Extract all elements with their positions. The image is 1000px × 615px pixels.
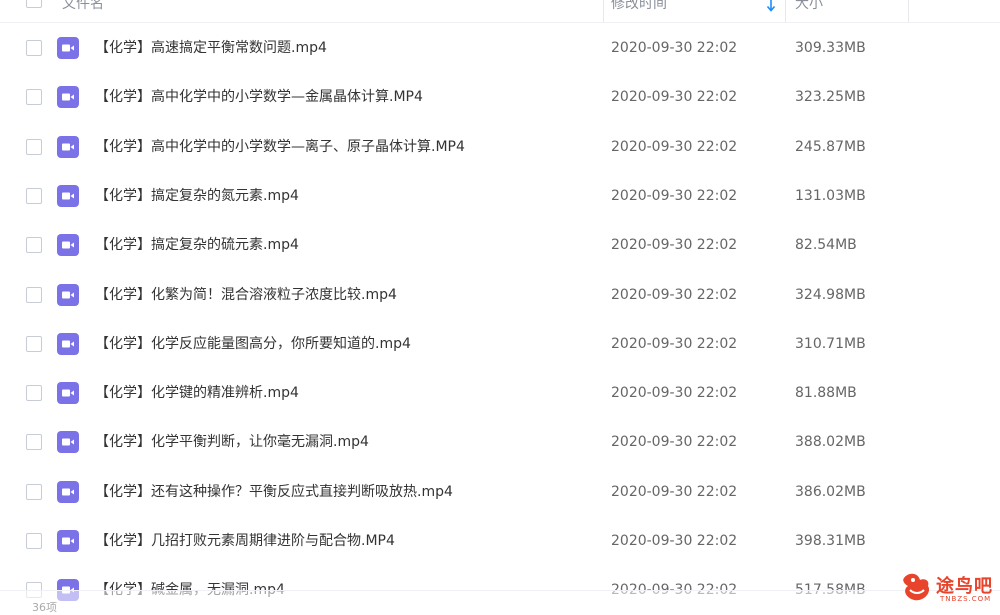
file-row[interactable]: 【化学】几招打败元素周期律进阶与配合物.MP4 2020-09-30 22:02 3… xyxy=(0,517,1000,566)
file-row[interactable]: 【化学】高速搞定平衡常数问题.mp4 2020-09-30 22:02 309.33… xyxy=(0,24,1000,73)
file-modified: 2020-09-30 22:02 xyxy=(611,385,738,402)
video-file-icon xyxy=(57,283,79,306)
file-size: 82.54MB xyxy=(795,237,857,254)
file-modified: 2020-09-30 22:02 xyxy=(611,89,738,106)
file-row[interactable]: 【化学】化学平衡判断，让你毫无漏洞.mp4 2020-09-30 22:02 388… xyxy=(0,418,1000,467)
row-checkbox[interactable] xyxy=(26,385,42,402)
watermark-sub: TNBZS.COM xyxy=(940,595,992,603)
file-row[interactable]: 【化学】搞定复杂的氮元素.mp4 2020-09-30 22:02 131.03MB xyxy=(0,172,1000,221)
video-file-icon xyxy=(57,382,79,405)
file-name[interactable]: 【化学】还有这种操作？平衡反应式直接判断吸放热.mp4 xyxy=(95,482,453,502)
item-count: 36项 xyxy=(32,601,57,614)
video-file-icon xyxy=(57,530,79,552)
list-footer xyxy=(0,590,1000,609)
file-name[interactable]: 【化学】化学反应能量图高分，你所要知道的.mp4 xyxy=(95,334,411,354)
file-row[interactable]: 【化学】搞定复杂的硫元素.mp4 2020-09-30 22:02 82.54MB xyxy=(0,221,1000,270)
file-row[interactable]: 【化学】化学键的精准辨析.mp4 2020-09-30 22:02 81.88MB xyxy=(0,369,1000,418)
column-divider[interactable] xyxy=(603,0,604,22)
bird-logo-icon xyxy=(903,573,930,601)
file-modified: 2020-09-30 22:02 xyxy=(611,40,738,56)
row-checkbox[interactable] xyxy=(26,138,42,155)
arrow-down-icon[interactable] xyxy=(763,0,779,14)
file-size: 131.03MB xyxy=(795,187,866,204)
row-checkbox[interactable] xyxy=(26,187,42,204)
file-modified: 2020-09-30 22:02 xyxy=(611,483,738,500)
watermark-logo: 途鸟吧 TNBZS.COM xyxy=(898,568,998,608)
file-size: 398.31MB xyxy=(795,533,866,549)
file-modified: 2020-09-30 22:02 xyxy=(611,533,738,549)
row-checkbox[interactable] xyxy=(26,89,42,106)
file-modified: 2020-09-30 22:02 xyxy=(611,138,738,155)
file-name[interactable]: 【化学】化学键的精准辨析.mp4 xyxy=(95,383,299,403)
row-checkbox[interactable] xyxy=(26,286,42,303)
row-checkbox[interactable] xyxy=(26,434,42,451)
file-row[interactable]: 【化学】化学反应能量图高分，你所要知道的.mp4 2020-09-30 22:02… xyxy=(0,320,1000,369)
row-checkbox[interactable] xyxy=(26,533,42,549)
file-name[interactable]: 【化学】高中化学中的小学数学—金属晶体计算.MP4 xyxy=(95,87,423,107)
video-file-icon xyxy=(57,234,79,257)
column-header-time[interactable]: 修改时间 xyxy=(611,0,667,14)
file-row[interactable]: 【化学】化繁为简！混合溶液粒子浓度比较.mp4 2020-09-30 22:02 3… xyxy=(0,271,1000,320)
file-size: 81.88MB xyxy=(795,385,857,402)
file-modified: 2020-09-30 22:02 xyxy=(611,434,738,451)
video-file-icon xyxy=(57,480,79,503)
file-size: 309.33MB xyxy=(795,40,866,56)
row-checkbox[interactable] xyxy=(26,237,42,254)
file-name[interactable]: 【化学】高中化学中的小学数学—离子、原子晶体计算.MP4 xyxy=(95,137,465,157)
file-size: 324.98MB xyxy=(795,286,866,303)
file-modified: 2020-09-30 22:02 xyxy=(611,237,738,254)
video-file-icon xyxy=(57,431,79,454)
file-name[interactable]: 【化学】几招打败元素周期律进阶与配合物.MP4 xyxy=(95,531,395,551)
file-modified: 2020-09-30 22:02 xyxy=(611,335,738,352)
row-checkbox[interactable] xyxy=(26,40,42,56)
file-modified: 2020-09-30 22:02 xyxy=(611,187,738,204)
video-file-icon xyxy=(57,184,79,207)
file-row[interactable]: 【化学】高中化学中的小学数学—金属晶体计算.MP4 2020-09-30 22:0… xyxy=(0,73,1000,122)
video-file-icon xyxy=(57,135,79,158)
column-header-name[interactable]: 文件名 xyxy=(62,0,104,14)
video-file-icon xyxy=(57,86,79,109)
file-row[interactable]: 【化学】高中化学中的小学数学—离子、原子晶体计算.MP4 2020-09-30 2… xyxy=(0,123,1000,172)
file-size: 245.87MB xyxy=(795,138,866,155)
column-divider[interactable] xyxy=(908,0,909,22)
video-file-icon xyxy=(57,332,79,355)
file-name[interactable]: 【化学】化学平衡判断，让你毫无漏洞.mp4 xyxy=(95,432,369,452)
file-size: 386.02MB xyxy=(795,483,866,500)
file-size: 388.02MB xyxy=(795,434,866,451)
file-name[interactable]: 【化学】高速搞定平衡常数问题.mp4 xyxy=(95,38,327,58)
video-file-icon xyxy=(57,37,79,59)
column-header-size[interactable]: 大小 xyxy=(795,0,823,14)
file-row[interactable]: 【化学】还有这种操作？平衡反应式直接判断吸放热.mp4 2020-09-30 22… xyxy=(0,468,1000,517)
table-header: 文件名 修改时间 大小 xyxy=(0,0,1000,23)
file-size: 323.25MB xyxy=(795,89,866,106)
file-name[interactable]: 【化学】搞定复杂的硫元素.mp4 xyxy=(95,235,299,255)
file-modified: 2020-09-30 22:02 xyxy=(611,286,738,303)
row-checkbox[interactable] xyxy=(26,483,42,500)
row-checkbox[interactable] xyxy=(26,335,42,352)
file-name[interactable]: 【化学】化繁为简！混合溶液粒子浓度比较.mp4 xyxy=(95,285,397,305)
file-name[interactable]: 【化学】搞定复杂的氮元素.mp4 xyxy=(95,186,299,206)
column-divider[interactable] xyxy=(785,0,786,22)
select-all-checkbox[interactable] xyxy=(26,0,42,8)
file-size: 310.71MB xyxy=(795,335,866,352)
